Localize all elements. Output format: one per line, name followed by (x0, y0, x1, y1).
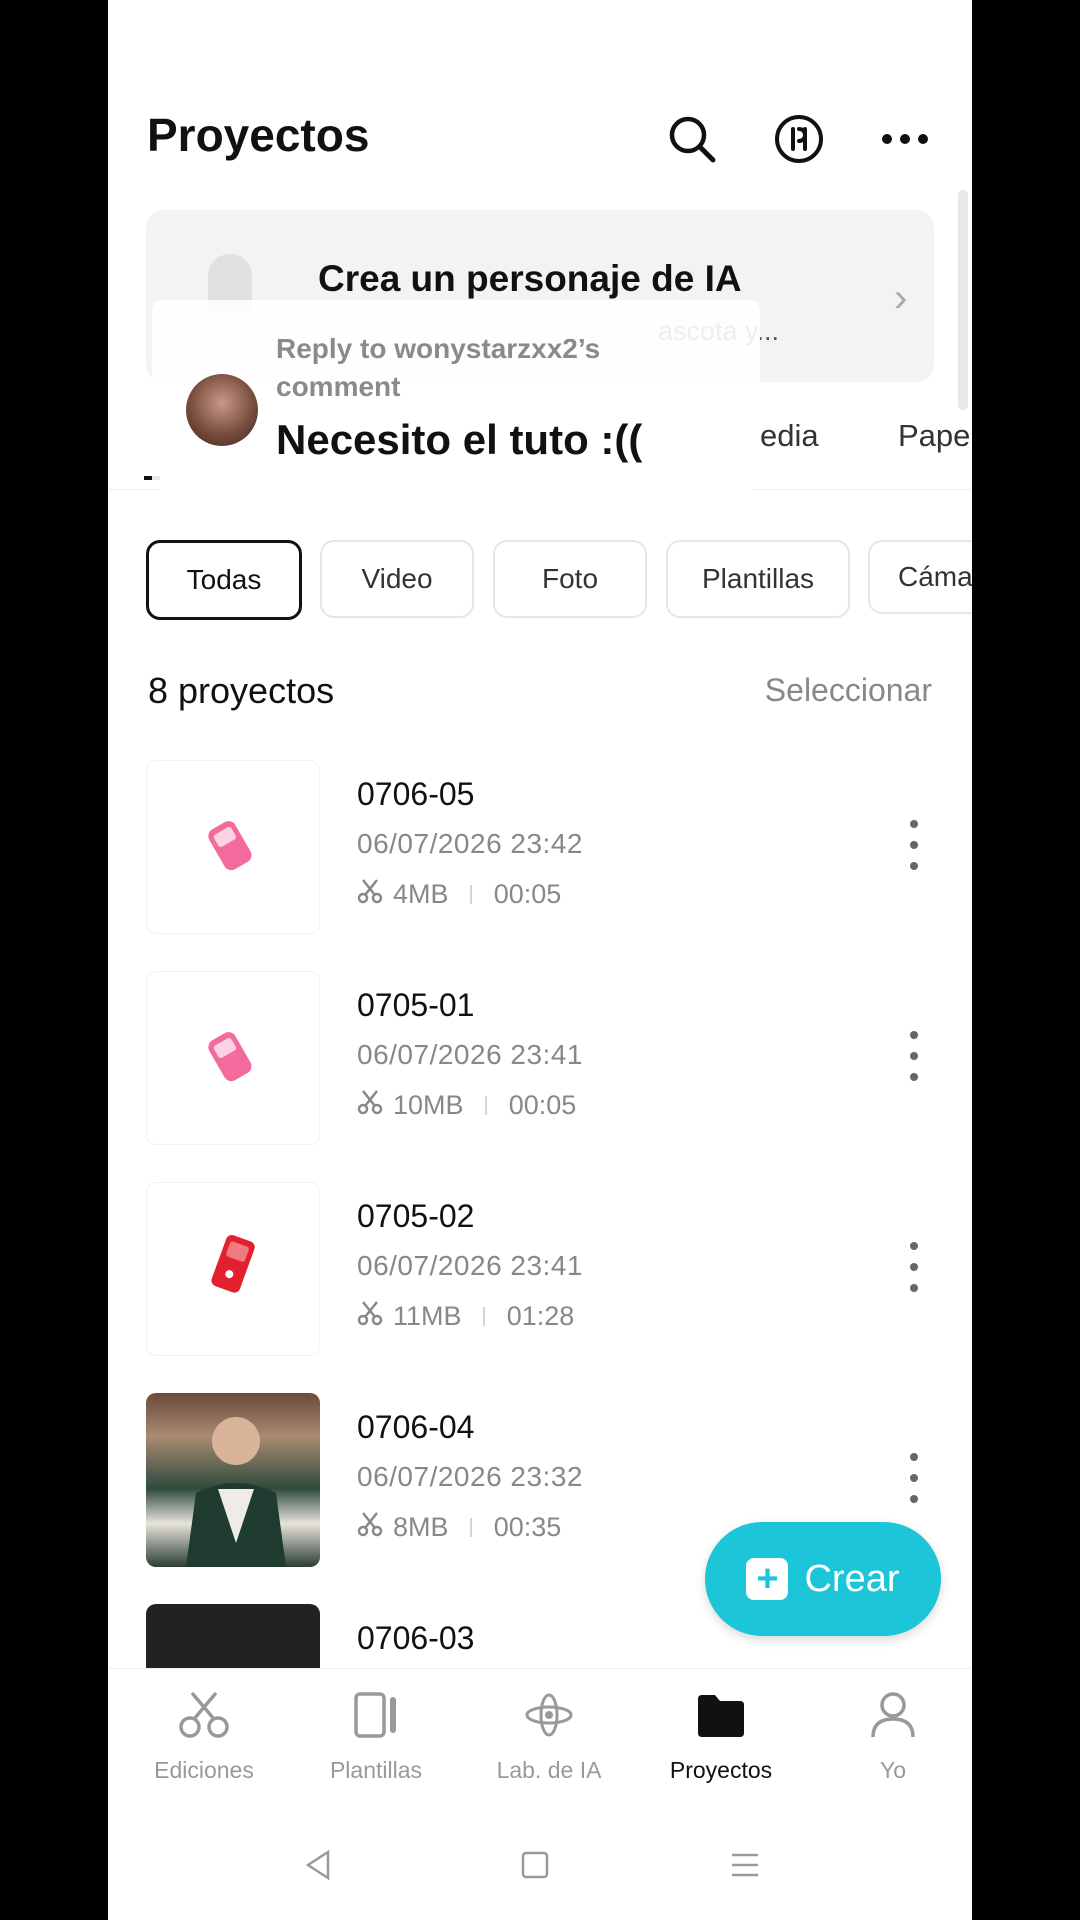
project-date: 06/07/2026 23:32 (357, 1461, 583, 1492)
tab-plantillas[interactable]: Plantillas (290, 1691, 462, 1784)
filter-chip-video[interactable]: Video (320, 540, 474, 618)
project-name: 0705-01 (357, 987, 475, 1023)
project-thumbnail (146, 1182, 320, 1356)
category-tab[interactable]: edia (760, 418, 819, 454)
meta-separator: | (481, 1305, 487, 1327)
meta-separator: | (468, 883, 474, 905)
tab-label: Yo (879, 1757, 907, 1783)
project-options-icon[interactable] (902, 1031, 926, 1081)
filter-chip-camara[interactable]: Cáma (868, 540, 972, 614)
project-options-icon[interactable] (902, 820, 926, 870)
select-button[interactable]: Seleccionar (765, 672, 932, 709)
project-date: 06/07/2026 23:41 (357, 1250, 583, 1281)
scissors-icon (357, 878, 383, 911)
back-nav-icon[interactable] (302, 1848, 336, 1887)
meta-separator: | (468, 1516, 474, 1538)
templates-icon (350, 1691, 402, 1745)
project-name: 0706-05 (357, 776, 475, 812)
project-name: 0705-02 (357, 1198, 475, 1234)
project-name: 0706-04 (357, 1409, 475, 1445)
tab-label: Plantillas (329, 1757, 423, 1783)
page-title: Proyectos (147, 109, 370, 161)
project-options-icon[interactable] (902, 1453, 926, 1503)
search-icon[interactable] (665, 112, 719, 166)
create-button[interactable]: + Crear (705, 1522, 941, 1636)
filter-chip-foto[interactable]: Foto (493, 540, 647, 618)
reply-to-label: Reply to wonystarzxx2’s comment (276, 333, 601, 402)
avatar (186, 374, 258, 446)
comment-text: Necesito el tuto :(( (276, 416, 643, 463)
category-tab[interactable]: Pape (898, 418, 970, 454)
tab-label: Ediciones (154, 1757, 254, 1783)
project-duration: 01:28 (506, 1301, 575, 1331)
project-meta: 4MB | 00:05 (357, 878, 561, 911)
project-thumbnail (146, 1393, 320, 1567)
scissors-icon (357, 1089, 383, 1122)
project-options-icon[interactable] (902, 1242, 926, 1292)
meta-separator: | (483, 1094, 489, 1116)
project-date: 06/07/2026 23:42 (357, 828, 583, 859)
bottom-tab-bar: Ediciones Plantillas Lab. de IA Proyecto… (108, 1668, 972, 1821)
project-meta: 8MB | 00:35 (357, 1511, 561, 1544)
create-button-label: Crear (804, 1557, 900, 1600)
tab-proyectos[interactable]: Proyectos (635, 1691, 807, 1784)
banner-title: Crea un personaje de IA (318, 258, 742, 299)
project-size: 11MB (393, 1301, 462, 1331)
tab-yo[interactable]: Yo (807, 1691, 972, 1784)
project-thumbnail (146, 971, 320, 1145)
tab-lab-ia[interactable]: Lab. de IA (463, 1691, 635, 1784)
scissors-icon (178, 1691, 230, 1745)
filter-chip-plantillas[interactable]: Plantillas (666, 540, 850, 618)
project-size: 4MB (393, 879, 449, 909)
tab-label: Proyectos (669, 1757, 773, 1783)
system-nav-bar (108, 1820, 972, 1920)
project-duration: 00:35 (493, 1512, 562, 1542)
home-nav-icon[interactable] (518, 1848, 552, 1887)
project-size: 10MB (393, 1090, 464, 1120)
app-screen: Proyectos Crea un personaje de IA ascota… (108, 0, 972, 1920)
project-duration: 00:05 (508, 1090, 577, 1120)
project-thumbnail (146, 1604, 320, 1668)
ai-lab-icon (523, 1691, 575, 1745)
project-meta: 11MB | 01:28 (357, 1300, 574, 1333)
plus-icon: + (746, 1558, 789, 1600)
filter-chip-todas[interactable]: Todas (146, 540, 302, 620)
project-duration: 00:05 (493, 879, 562, 909)
project-size: 8MB (393, 1512, 449, 1542)
scissors-icon (357, 1511, 383, 1544)
profile-icon (867, 1691, 919, 1745)
pro-badge-icon[interactable] (772, 112, 826, 166)
folder-icon (695, 1691, 747, 1745)
project-thumbnail (146, 760, 320, 934)
scissors-icon (357, 1300, 383, 1333)
project-date: 06/07/2026 23:41 (357, 1039, 583, 1070)
menu-nav-icon[interactable] (728, 1848, 762, 1887)
carousel-scroll-indicator (958, 190, 968, 410)
project-row[interactable]: 0705-01 06/07/2026 23:41 10MB | 00:05 (146, 971, 934, 1146)
project-row[interactable]: 0706-05 06/07/2026 23:42 4MB | 00:05 (146, 760, 934, 935)
projects-count: 8 proyectos (148, 670, 335, 711)
more-icon[interactable] (878, 112, 932, 166)
project-row[interactable]: 0705-02 06/07/2026 23:41 11MB | 01:28 (146, 1182, 934, 1357)
tab-ediciones[interactable]: Ediciones (118, 1691, 290, 1784)
chevron-right-icon: › (894, 276, 908, 320)
tab-label: Lab. de IA (496, 1757, 602, 1783)
project-meta: 10MB | 00:05 (357, 1089, 576, 1122)
project-name: 0706-03 (357, 1620, 475, 1656)
